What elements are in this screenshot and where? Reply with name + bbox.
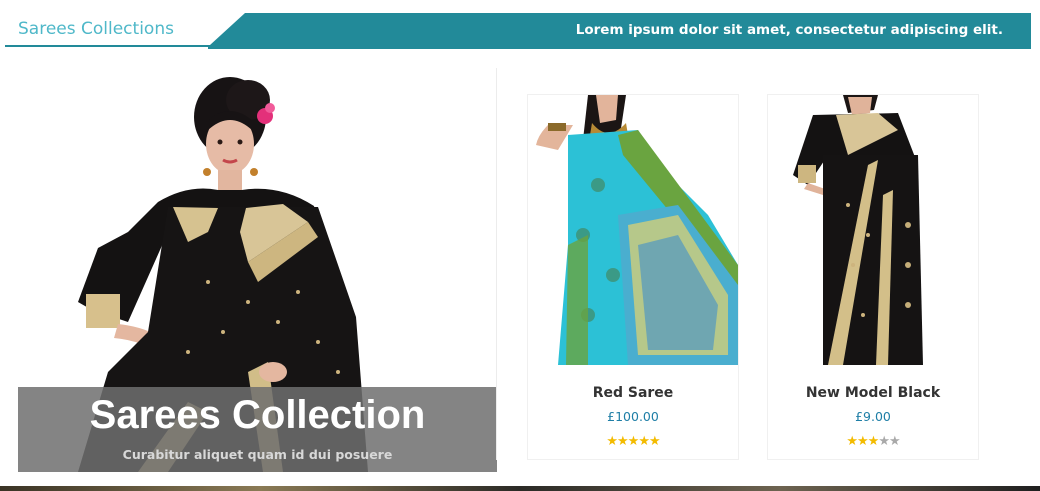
product-image-turquoise-saree <box>536 95 738 365</box>
feature-banner[interactable]: Sarees Collection Curabitur aliquet quam… <box>18 72 497 472</box>
section-header: Sarees Collections Lorem ipsum dolor sit… <box>5 13 1031 49</box>
header-underline <box>5 45 215 47</box>
star-icon: ★ <box>606 433 618 448</box>
star-icon: ★ <box>638 433 650 448</box>
star-icon: ★ <box>867 433 880 448</box>
star-empty-icon: ★ <box>888 433 901 448</box>
star-icon: ★ <box>617 433 629 448</box>
section-title[interactable]: Sarees Collections <box>18 19 174 39</box>
product-price: £100.00 <box>607 409 659 424</box>
product-image[interactable] <box>768 95 978 365</box>
star-icon: ★ <box>627 433 640 448</box>
product-image-black-saree <box>793 95 923 365</box>
star-icon: ★ <box>857 433 869 448</box>
product-card[interactable]: New Model Black £9.00 ★★★★★ <box>767 94 979 460</box>
product-name[interactable]: Red Saree <box>528 385 738 401</box>
product-price: £9.00 <box>855 409 891 424</box>
feature-caption: Sarees Collection Curabitur aliquet quam… <box>18 387 497 472</box>
star-icon: ★ <box>846 433 858 448</box>
star-icon: ★ <box>648 433 661 448</box>
product-card[interactable]: Red Saree £100.00 ★★★★★ <box>527 94 739 460</box>
star-empty-icon: ★ <box>878 433 890 448</box>
rating-stars: ★★★★★ <box>528 433 738 449</box>
bottom-image-strip <box>0 486 1040 491</box>
rating-stars: ★★★★★ <box>768 433 978 449</box>
product-name[interactable]: New Model Black <box>768 385 978 401</box>
header-tagline: Lorem ipsum dolor sit amet, consectetur … <box>575 22 1003 38</box>
feature-subtitle: Curabitur aliquet quam id dui posuere <box>122 447 393 462</box>
feature-title: Sarees Collection <box>89 393 426 437</box>
column-divider <box>496 68 497 460</box>
product-image[interactable] <box>528 95 738 365</box>
